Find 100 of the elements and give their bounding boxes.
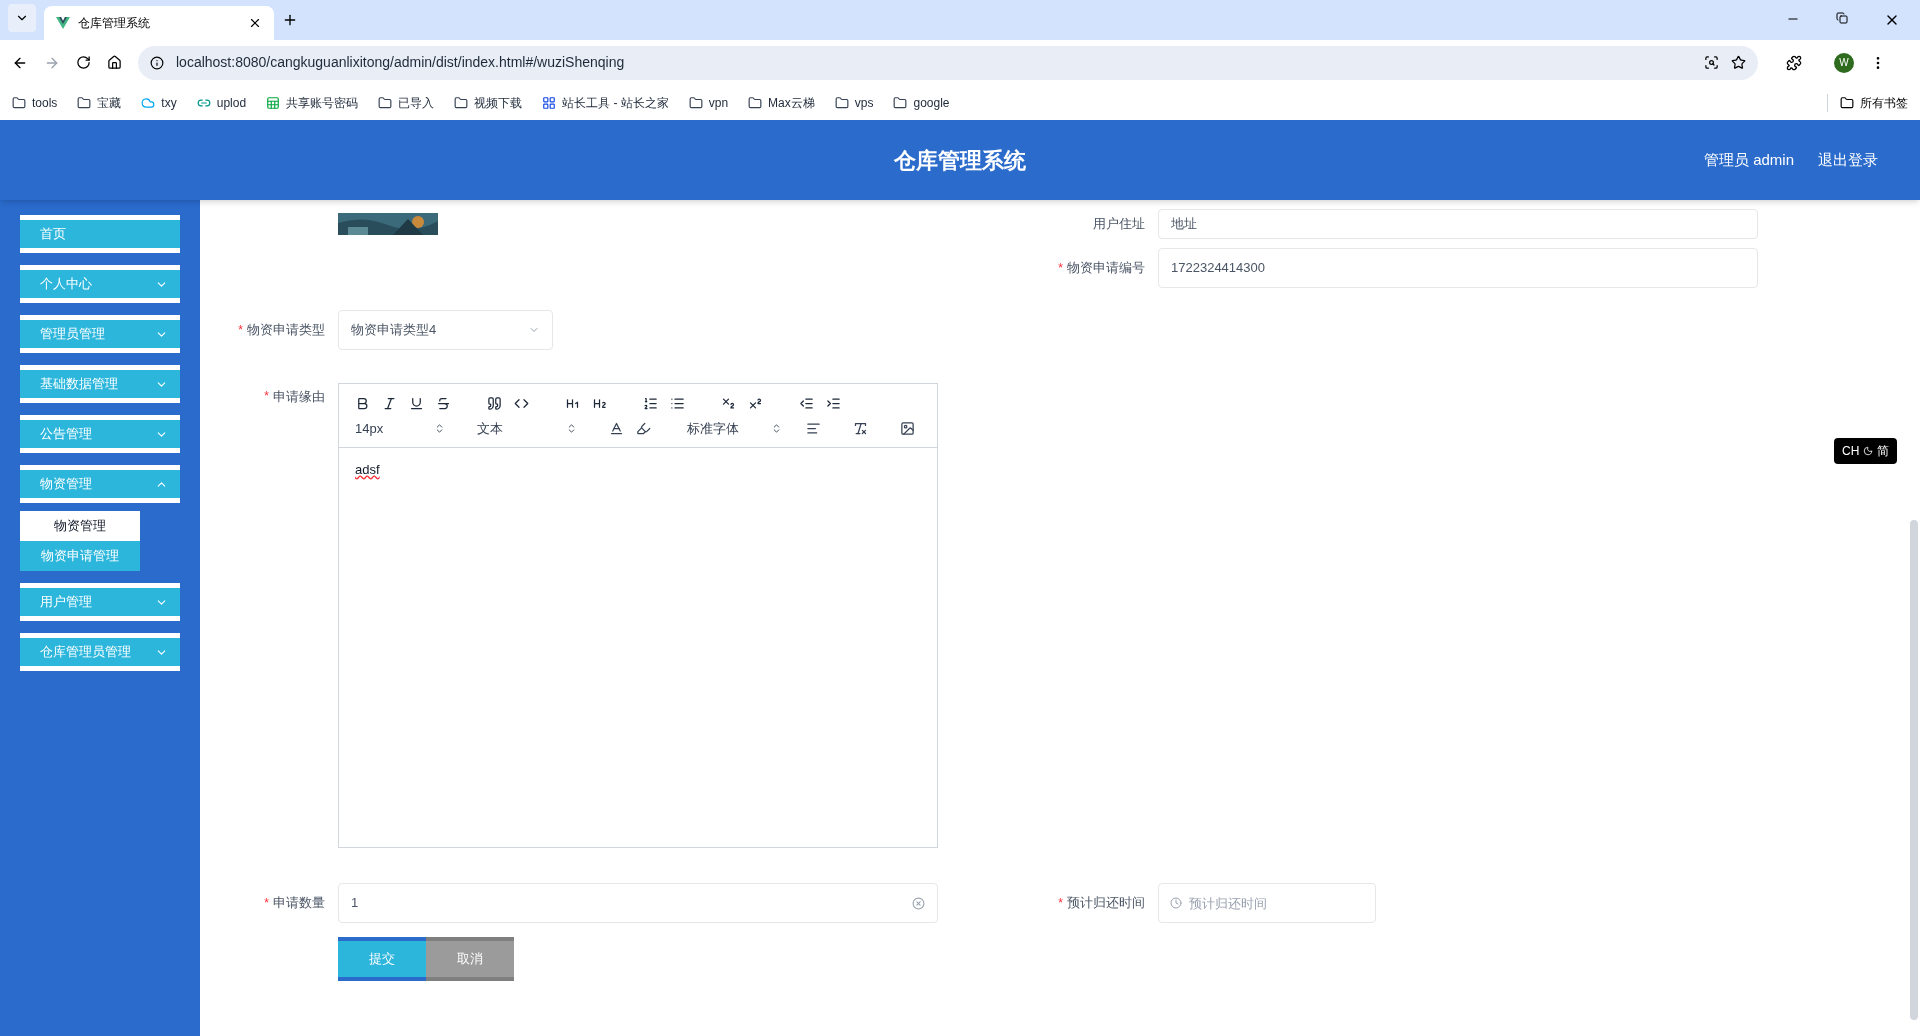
outdent-icon[interactable]	[799, 396, 814, 411]
bookmark[interactable]: 已导入	[378, 93, 435, 112]
home-icon[interactable]	[107, 55, 122, 70]
close-icon[interactable]	[248, 16, 262, 30]
required-mark: *	[238, 322, 243, 339]
font-color-icon[interactable]	[609, 421, 624, 437]
url-text: localhost:8080/cangkuguanlixitong/admin/dist/index.html#/wuziShenqing	[176, 53, 626, 72]
folder-icon	[893, 95, 908, 110]
font-size-select[interactable]: 14px	[355, 419, 445, 439]
required-mark: *	[1058, 260, 1063, 277]
updown-icon	[434, 423, 445, 435]
subscript-icon[interactable]	[721, 396, 736, 411]
address-bar[interactable]: localhost:8080/cangkuguanlixitong/admin/dist/index.html#/wuziShenqing	[138, 45, 1758, 80]
moon-icon	[1863, 446, 1874, 456]
quantity-input[interactable]: 1	[338, 883, 938, 923]
user-label: 管理员 admin	[1703, 149, 1794, 170]
folder-icon	[834, 95, 849, 110]
quote-icon[interactable]	[487, 396, 502, 411]
updown-icon	[771, 423, 782, 435]
clear-format-icon[interactable]	[853, 421, 868, 437]
bookmark-label: 视频下载	[474, 94, 523, 112]
image-icon[interactable]	[900, 421, 915, 437]
scrollbar[interactable]	[1910, 520, 1918, 1020]
superscript-icon[interactable]	[748, 396, 763, 411]
all-bookmarks[interactable]: 所有书签	[1827, 93, 1908, 112]
field-label: 物资申请编号	[1067, 259, 1145, 278]
folder-icon	[12, 95, 26, 110]
bookmark[interactable]: 站长工具 - 站长之家	[542, 93, 669, 112]
star-icon[interactable]	[1731, 55, 1746, 70]
clear-icon[interactable]	[912, 896, 925, 910]
code-icon[interactable]	[514, 396, 529, 411]
field-label: 预计归还时间	[1067, 894, 1145, 913]
rich-text-editor[interactable]: 14px 文本 标准字体 adsf	[338, 383, 938, 848]
folder-icon	[1840, 95, 1854, 110]
type-select[interactable]: 物资申请类型4	[338, 310, 553, 350]
block-type-select[interactable]: 文本	[477, 419, 577, 439]
field-label: 物资申请类型	[247, 321, 325, 340]
updown-icon	[566, 423, 577, 435]
required-mark: *	[1058, 895, 1063, 912]
bookmark-label: uplod	[216, 94, 247, 112]
bookmark[interactable]: txy	[141, 93, 177, 112]
lens-icon[interactable]	[1704, 55, 1719, 70]
bookmark[interactable]: 宝藏	[77, 93, 122, 112]
folder-icon	[77, 95, 92, 110]
folder-icon	[378, 95, 393, 110]
field-label: 申请数量	[273, 894, 325, 913]
indent-icon[interactable]	[826, 396, 841, 411]
font-family-select[interactable]: 标准字体	[687, 419, 782, 439]
bookmark[interactable]: tools	[12, 93, 58, 112]
bookmark[interactable]: 共享账号密码	[266, 93, 359, 112]
ime-indicator[interactable]: CH 简	[1834, 438, 1898, 464]
restore-icon[interactable]	[1836, 12, 1848, 24]
folder-icon	[748, 95, 763, 110]
app-title: 仓库管理系统	[894, 146, 1026, 175]
reload-icon[interactable]	[76, 55, 91, 70]
numbered-list-icon[interactable]	[643, 396, 658, 411]
folder-icon	[454, 95, 469, 110]
field-label: 用户住址	[1093, 215, 1145, 234]
bookmark-label: google	[913, 94, 950, 112]
bookmark[interactable]: vps	[834, 93, 874, 112]
required-mark: *	[264, 388, 269, 405]
highlight-icon[interactable]	[636, 421, 651, 437]
submenu-item[interactable]: 物资管理	[20, 511, 140, 541]
bookmark[interactable]: google	[893, 93, 950, 112]
date-input[interactable]: 预计归还时间	[1158, 883, 1376, 923]
bookmark-label: 所有书签	[1860, 94, 1908, 112]
bullet-list-icon[interactable]	[670, 396, 685, 411]
heading-one-icon[interactable]	[565, 396, 580, 411]
new-tab-icon[interactable]	[282, 12, 298, 28]
profile-avatar[interactable]: W	[1834, 52, 1854, 73]
italic-icon[interactable]	[382, 396, 397, 411]
underline-icon[interactable]	[409, 396, 424, 411]
bookmark-label: txy	[161, 94, 177, 112]
bookmark-label: 站长工具 - 站长之家	[562, 94, 669, 112]
address-input[interactable]: 地址	[1158, 209, 1758, 239]
logo-icon	[56, 17, 70, 29]
bookmark[interactable]: Max云梯	[748, 93, 815, 112]
bookmark[interactable]: uplod	[196, 93, 247, 112]
required-mark: *	[264, 895, 269, 912]
editor-text: adsf	[355, 461, 380, 477]
info-icon	[150, 55, 164, 70]
browser-tab[interactable]: 仓库管理系统	[44, 6, 274, 40]
bookmark[interactable]: 视频下载	[454, 93, 523, 112]
extensions-icon[interactable]	[1786, 54, 1802, 71]
logout-link[interactable]: 退出登录	[1818, 148, 1878, 172]
field-label: 申请缘由	[273, 388, 325, 406]
cloud-icon	[141, 95, 156, 110]
bookmark[interactable]: vpn	[688, 93, 729, 112]
align-icon[interactable]	[806, 421, 821, 437]
folder-icon	[688, 95, 703, 110]
bookmark-label: 已导入	[398, 94, 435, 112]
bookmark-label: Max云梯	[768, 94, 815, 112]
bookmark-label: vpn	[708, 94, 729, 112]
tab-title: 仓库管理系统	[78, 15, 151, 32]
bookmark-label: 宝藏	[97, 94, 122, 112]
heading-two-icon[interactable]	[592, 396, 607, 411]
app-icon	[542, 95, 557, 110]
bold-icon[interactable]	[355, 396, 370, 411]
strikethrough-icon[interactable]	[436, 396, 451, 411]
number-input[interactable]: 1722324414300	[1158, 248, 1758, 288]
